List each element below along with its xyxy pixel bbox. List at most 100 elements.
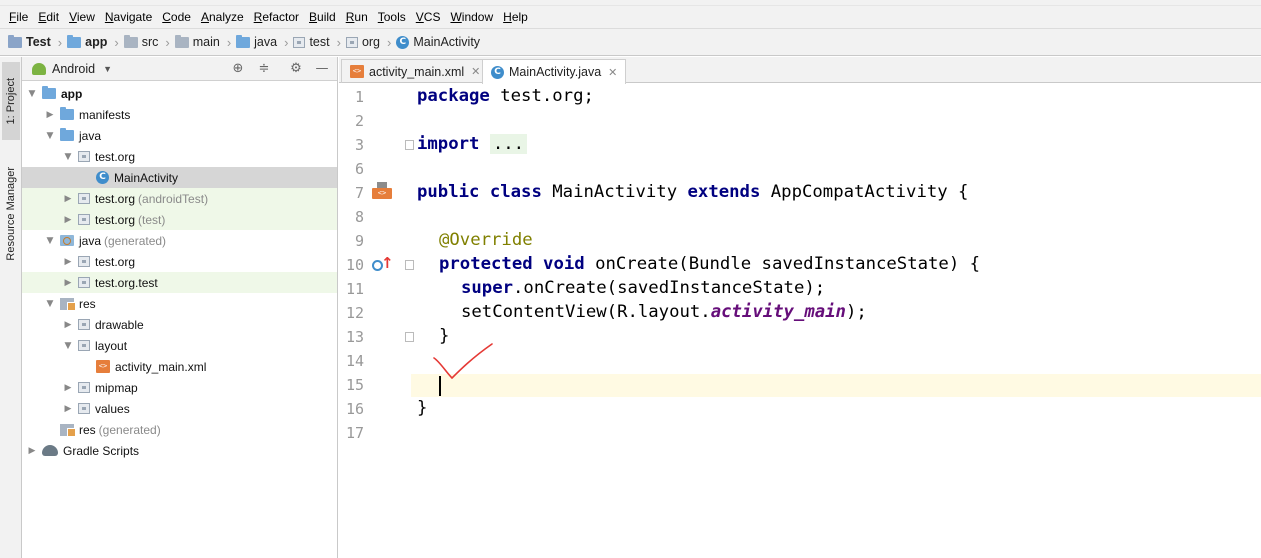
- tree-item[interactable]: ▼ java (generated): [22, 230, 337, 251]
- tree-item-label: test.org: [95, 191, 136, 206]
- tree-item[interactable]: ▶ test.org (test): [22, 209, 337, 230]
- line-number: 6: [354, 160, 364, 178]
- menu-edit[interactable]: Edit: [33, 10, 64, 24]
- menu-file[interactable]: File: [4, 10, 33, 24]
- tab-activity-main-xml[interactable]: <> activity_main.xml ✕: [341, 59, 490, 83]
- close-icon[interactable]: ✕: [608, 66, 617, 79]
- minimize-icon[interactable]: —: [314, 61, 330, 77]
- breadcrumb-mainactivity[interactable]: C MainActivity: [396, 35, 480, 49]
- resources-folder-icon: [60, 297, 76, 311]
- tree-item-label: mipmap: [95, 380, 138, 395]
- breadcrumb-src[interactable]: src: [123, 34, 158, 49]
- breadcrumb-separator: ›: [336, 34, 341, 50]
- breadcrumb-app[interactable]: app: [67, 34, 107, 49]
- expand-arrow-icon[interactable]: ▼: [44, 299, 56, 309]
- resources-folder-icon: [60, 423, 76, 437]
- layout-xml-gutter-icon[interactable]: <>: [372, 182, 392, 199]
- tree-item[interactable]: ▼ layout: [22, 335, 337, 356]
- tree-item[interactable]: ▼ app: [22, 83, 337, 104]
- tree-item[interactable]: ▶ mipmap: [22, 377, 337, 398]
- expand-arrow-icon[interactable]: ▼: [62, 341, 74, 351]
- line-number: 14: [345, 352, 364, 370]
- tool-window-strip: 1: Project Resource Manager: [0, 57, 22, 558]
- breadcrumb-test-package[interactable]: test: [293, 35, 330, 49]
- collapse-arrow-icon[interactable]: ▶: [44, 110, 56, 120]
- tab-mainactivity-java[interactable]: C MainActivity.java ✕: [482, 59, 627, 84]
- resource-manager-tool-tab[interactable]: Resource Manager: [2, 149, 20, 279]
- current-line-highlight: [411, 374, 1261, 397]
- collapse-arrow-icon[interactable]: ▶: [62, 257, 74, 267]
- menu-build[interactable]: Build: [304, 10, 341, 24]
- folded-imports[interactable]: ...: [489, 134, 528, 154]
- breadcrumb-main[interactable]: main: [174, 34, 220, 49]
- tree-item[interactable]: ▶ values: [22, 398, 337, 419]
- tree-item[interactable]: ▼ java: [22, 125, 337, 146]
- tree-item[interactable]: <> activity_main.xml: [22, 356, 337, 377]
- project-panel: Android ▼ ⊕ ≑ ⚙ — ▼ app ▶ manifests ▼ java ▼ te…: [22, 57, 338, 558]
- tree-item-label: test.org: [95, 212, 136, 227]
- menu-tools[interactable]: Tools: [373, 10, 411, 24]
- breadcrumb-separator: ›: [387, 34, 392, 50]
- project-tool-tab[interactable]: 1: Project: [2, 62, 20, 140]
- gear-icon[interactable]: ⚙: [288, 61, 304, 77]
- package-icon: [345, 36, 358, 48]
- collapse-all-icon[interactable]: ≑: [256, 61, 272, 77]
- menu-run[interactable]: Run: [341, 10, 373, 24]
- fold-marker-icon[interactable]: [405, 140, 414, 150]
- line-number: 12: [345, 304, 364, 322]
- menu-navigate[interactable]: Navigate: [100, 10, 157, 24]
- menu-refactor[interactable]: Refactor: [249, 10, 304, 24]
- code-editor[interactable]: 1 2 3 6 7 8 9 10 11 12 13 14 15 16 17 <>…: [339, 84, 1261, 558]
- folder-icon: [123, 34, 138, 48]
- tree-item[interactable]: ▶ manifests: [22, 104, 337, 125]
- tree-item-label: java: [79, 128, 102, 143]
- tree-item[interactable]: res (generated): [22, 419, 337, 440]
- package-icon: [78, 193, 90, 204]
- tree-item[interactable]: ▶ Gradle Scripts: [22, 440, 337, 461]
- chevron-down-icon[interactable]: ▼: [103, 64, 112, 74]
- collapse-arrow-icon[interactable]: ▶: [62, 404, 74, 414]
- source-folder-icon: [236, 34, 251, 48]
- tree-item[interactable]: ▼ test.org: [22, 146, 337, 167]
- tree-item[interactable]: ▶ test.org: [22, 251, 337, 272]
- menu-window[interactable]: Window: [445, 10, 498, 24]
- expand-arrow-icon[interactable]: ▼: [26, 89, 38, 99]
- collapse-arrow-icon[interactable]: ▶: [62, 278, 74, 288]
- expand-arrow-icon[interactable]: ▼: [62, 152, 74, 162]
- expand-arrow-icon[interactable]: ▼: [44, 131, 56, 141]
- tree-item[interactable]: ▶ drawable: [22, 314, 337, 335]
- collapse-arrow-icon[interactable]: ▶: [62, 194, 74, 204]
- tree-item[interactable]: ▼ res: [22, 293, 337, 314]
- arrow-up-icon: ↑: [381, 254, 394, 272]
- breadcrumb-org[interactable]: org: [345, 35, 380, 49]
- expand-arrow-icon[interactable]: ▼: [44, 236, 56, 246]
- menu-code[interactable]: Code: [157, 10, 196, 24]
- menu-analyze[interactable]: Analyze: [196, 10, 249, 24]
- code-line-7: public class MainActivity extends AppCom…: [417, 182, 969, 202]
- xml-file-icon: <>: [96, 360, 110, 373]
- menu-view[interactable]: View: [64, 10, 100, 24]
- line-number: 8: [354, 208, 364, 226]
- menu-vcs[interactable]: VCS: [411, 10, 446, 24]
- line-number: 17: [345, 424, 364, 442]
- package-icon: [78, 319, 90, 330]
- tree-item[interactable]: ▶ test.org.test: [22, 272, 337, 293]
- view-mode-selector[interactable]: Android: [52, 62, 95, 76]
- fold-marker-icon[interactable]: [405, 260, 414, 270]
- collapse-arrow-icon[interactable]: ▶: [26, 446, 38, 456]
- collapse-arrow-icon[interactable]: ▶: [62, 383, 74, 393]
- menu-help[interactable]: Help: [498, 10, 533, 24]
- tree-item[interactable]: C MainActivity: [22, 167, 337, 188]
- breadcrumb-separator: ›: [165, 34, 170, 50]
- locate-target-icon[interactable]: ⊕: [230, 61, 246, 77]
- breadcrumb-test[interactable]: Test: [8, 34, 51, 49]
- close-icon[interactable]: ✕: [471, 65, 480, 78]
- fold-marker-icon[interactable]: [405, 332, 414, 342]
- tree-item[interactable]: ▶ test.org (androidTest): [22, 188, 337, 209]
- breadcrumb-java[interactable]: java: [236, 34, 277, 49]
- collapse-arrow-icon[interactable]: ▶: [62, 320, 74, 330]
- collapse-arrow-icon[interactable]: ▶: [62, 215, 74, 225]
- package-icon: [78, 403, 90, 414]
- tree-item-label: Gradle Scripts: [63, 443, 140, 458]
- class-icon: C: [96, 171, 109, 184]
